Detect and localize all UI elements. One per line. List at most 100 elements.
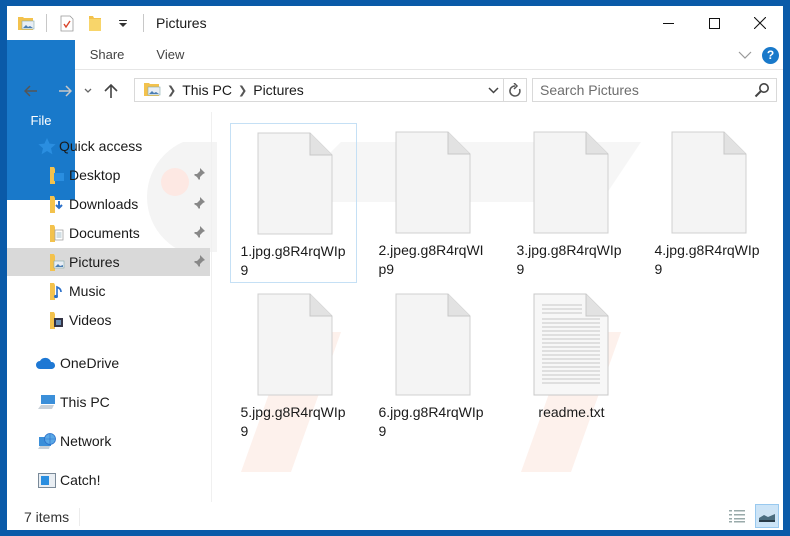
sidebar-item-label: OneDrive — [60, 355, 120, 371]
file-name: 3.jpg.g8R4rqWIp 9 — [516, 242, 622, 277]
sidebar-item-label: Network — [60, 433, 112, 449]
ribbon-tabs: File Home Share View ? — [7, 40, 783, 200]
sidebar-item-music[interactable]: Music — [7, 277, 210, 305]
blank-file-icon — [395, 293, 470, 396]
navigation-bar: ❯ This PC ❯ Pictures — [7, 76, 783, 106]
breadcrumb-this-pc[interactable]: This PC — [182, 82, 232, 98]
minimize-icon — [662, 22, 674, 24]
breadcrumb-separator[interactable]: ❯ — [167, 84, 176, 97]
forward-button[interactable] — [53, 79, 77, 103]
close-icon — [754, 17, 766, 29]
customize-dropdown-icon[interactable] — [113, 13, 133, 33]
sidebar-item-documents[interactable]: Documents — [7, 219, 210, 247]
up-button[interactable] — [99, 79, 123, 103]
sidebar-item-desktop[interactable]: Desktop — [7, 161, 210, 189]
search-icon[interactable] — [754, 82, 770, 101]
back-arrow-icon — [24, 85, 37, 97]
documents-folder-icon — [48, 224, 66, 242]
sidebar-item-this-pc[interactable]: This PC — [7, 388, 210, 416]
details-view-button[interactable] — [725, 504, 749, 528]
large-icons-view-button[interactable] — [755, 504, 779, 528]
refresh-button[interactable] — [503, 79, 526, 101]
sidebar-item-label: This PC — [60, 394, 110, 410]
star-icon — [38, 137, 56, 155]
recent-locations-button[interactable] — [79, 79, 97, 103]
minimize-button[interactable] — [645, 6, 691, 40]
sidebar-item-label: Quick access — [59, 138, 143, 154]
file-name: readme.txt — [538, 404, 605, 420]
sidebar-item-downloads[interactable]: Downloads — [7, 190, 210, 218]
tab-view[interactable]: View — [140, 40, 200, 69]
file-item[interactable]: 4.jpg.g8R4rqWIp 9 — [644, 123, 771, 283]
pane-splitter[interactable] — [211, 112, 212, 502]
back-button[interactable] — [19, 79, 43, 103]
sidebar-item-onedrive[interactable]: OneDrive — [7, 349, 210, 377]
file-name: 6.jpg.g8R4rqWIp 9 — [378, 404, 484, 439]
pin-icon[interactable] — [192, 196, 206, 213]
item-count: 7 items — [24, 508, 70, 525]
file-item[interactable]: 1.jpg.g8R4rqWIp 9 — [230, 123, 357, 283]
sidebar-item-quick-access[interactable]: Quick access — [7, 132, 210, 160]
tab-share[interactable]: Share — [74, 40, 141, 69]
file-item[interactable]: 3.jpg.g8R4rqWIp 9 — [506, 123, 633, 283]
properties-icon[interactable] — [57, 13, 77, 33]
file-name: 4.jpg.g8R4rqWIp 9 — [654, 242, 760, 277]
file-item[interactable]: readme.txt — [506, 285, 633, 445]
file-list: 1.jpg.g8R4rqWIp 9 2.jpeg.g8R4rqWI p9 3.jpg… — [221, 112, 777, 502]
file-explorer-window: Pictures File Home Share View ? — [7, 6, 783, 530]
address-history-button[interactable] — [484, 79, 502, 101]
file-item[interactable]: 5.jpg.g8R4rqWIp 9 — [230, 285, 357, 445]
maximize-button[interactable] — [691, 6, 737, 40]
sidebar-item-label: Music — [69, 283, 106, 299]
breadcrumb-separator[interactable]: ❯ — [238, 84, 247, 97]
window-title: Pictures — [156, 15, 207, 31]
sidebar-item-network[interactable]: Network — [7, 427, 210, 455]
file-name: 1.jpg.g8R4rqWIp 9 — [240, 243, 346, 278]
blank-file-icon — [257, 132, 332, 235]
pin-icon[interactable] — [192, 167, 206, 184]
sidebar-item-videos[interactable]: Videos — [7, 306, 210, 334]
sidebar-item-label: Catch! — [60, 472, 101, 488]
breadcrumb-pictures[interactable]: Pictures — [253, 82, 304, 98]
blank-file-icon — [671, 131, 746, 234]
desktop-folder-icon — [48, 166, 66, 184]
forward-arrow-icon — [59, 85, 72, 97]
onedrive-icon — [35, 354, 57, 372]
maximize-icon — [708, 17, 720, 29]
chevron-down-icon — [487, 86, 499, 94]
sidebar-item-catch[interactable]: Catch! — [7, 466, 210, 494]
breadcrumb: ❯ This PC ❯ Pictures — [143, 81, 304, 100]
blank-file-icon — [257, 293, 332, 396]
network-icon — [37, 432, 57, 450]
blank-file-icon — [395, 131, 470, 234]
pin-icon[interactable] — [192, 225, 206, 242]
text-file-icon — [533, 293, 608, 396]
help-button[interactable]: ? — [762, 46, 779, 64]
file-name: 2.jpeg.g8R4rqWI p9 — [378, 242, 484, 277]
sidebar-item-label: Desktop — [69, 167, 121, 183]
close-button[interactable] — [737, 6, 783, 40]
new-folder-icon[interactable] — [85, 13, 105, 33]
sidebar-item-label: Videos — [69, 312, 112, 328]
refresh-icon — [509, 82, 521, 97]
pictures-location-icon — [143, 81, 161, 100]
videos-folder-icon — [48, 311, 66, 329]
status-bar: 7 items — [7, 503, 783, 530]
search-box[interactable] — [532, 78, 777, 102]
file-item[interactable]: 6.jpg.g8R4rqWIp 9 — [368, 285, 495, 445]
sidebar-item-label: Downloads — [69, 196, 139, 212]
music-folder-icon — [48, 282, 66, 300]
file-name: 5.jpg.g8R4rqWIp 9 — [240, 404, 346, 439]
file-item[interactable]: 2.jpeg.g8R4rqWI p9 — [368, 123, 495, 283]
address-bar[interactable]: ❯ This PC ❯ Pictures — [134, 78, 527, 102]
pin-icon[interactable] — [192, 254, 206, 271]
expand-ribbon-button[interactable] — [738, 46, 752, 64]
computer-icon — [37, 393, 57, 411]
window-controls — [645, 6, 783, 40]
sidebar-item-pictures[interactable]: Pictures — [7, 248, 210, 276]
sidebar-item-label: Pictures — [69, 254, 120, 270]
pictures-folder-icon[interactable] — [16, 13, 36, 33]
quick-access-toolbar — [16, 6, 154, 40]
search-input[interactable] — [540, 82, 750, 98]
up-arrow-icon — [104, 83, 118, 98]
